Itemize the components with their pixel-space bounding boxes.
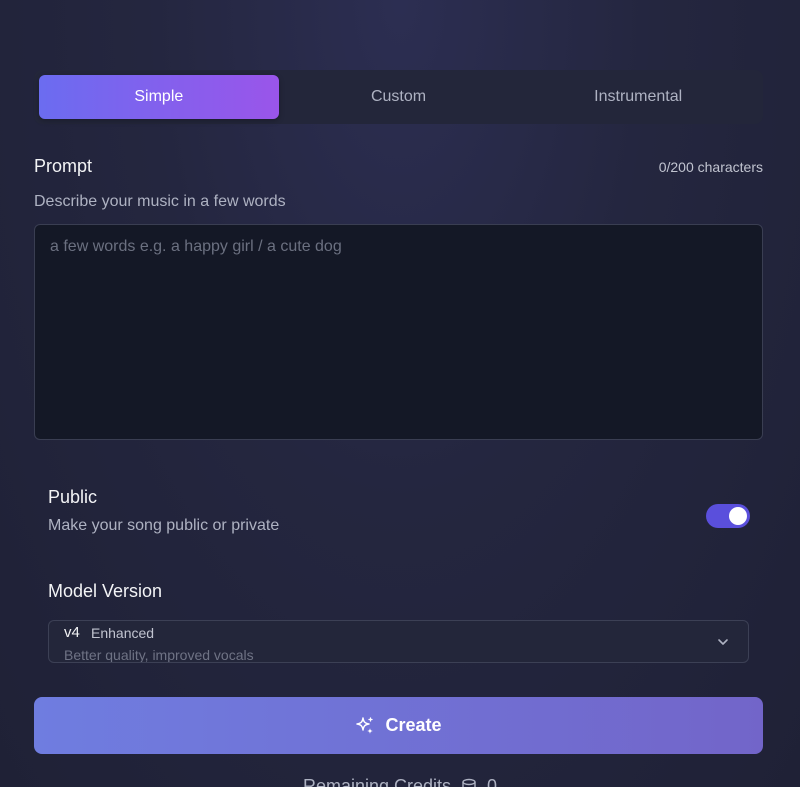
model-version-subtitle: Better quality, improved vocals (64, 647, 254, 663)
model-version-select[interactable]: v4 Enhanced Better quality, improved voc… (48, 620, 749, 663)
prompt-description: Describe your music in a few words (34, 193, 286, 210)
create-button[interactable]: Create (34, 697, 763, 754)
tab-custom[interactable]: Custom (279, 75, 519, 119)
tab-simple[interactable]: Simple (39, 75, 279, 119)
mode-tabs: Simple Custom Instrumental (34, 70, 763, 124)
sparkles-icon (356, 716, 374, 734)
database-icon (462, 778, 476, 787)
public-title: Public (48, 487, 98, 507)
create-button-label: Create (385, 715, 442, 735)
char-counter: 0/200 characters (658, 159, 763, 175)
prompt-label: Prompt (34, 156, 93, 176)
remaining-credits: Remaining Credits 0 (0, 776, 800, 787)
prompt-input[interactable] (34, 224, 763, 440)
model-version-tag: Enhanced (91, 625, 155, 641)
public-description: Make your song public or private (48, 517, 280, 534)
model-version-value: v4 (64, 624, 80, 641)
public-toggle[interactable] (706, 504, 750, 528)
tab-instrumental[interactable]: Instrumental (518, 75, 758, 119)
credits-value: 0 (487, 776, 498, 787)
model-version-label: Model Version (48, 581, 163, 601)
chevron-down-icon (718, 639, 728, 645)
toggle-knob (729, 507, 747, 525)
credits-label: Remaining Credits (302, 776, 452, 787)
